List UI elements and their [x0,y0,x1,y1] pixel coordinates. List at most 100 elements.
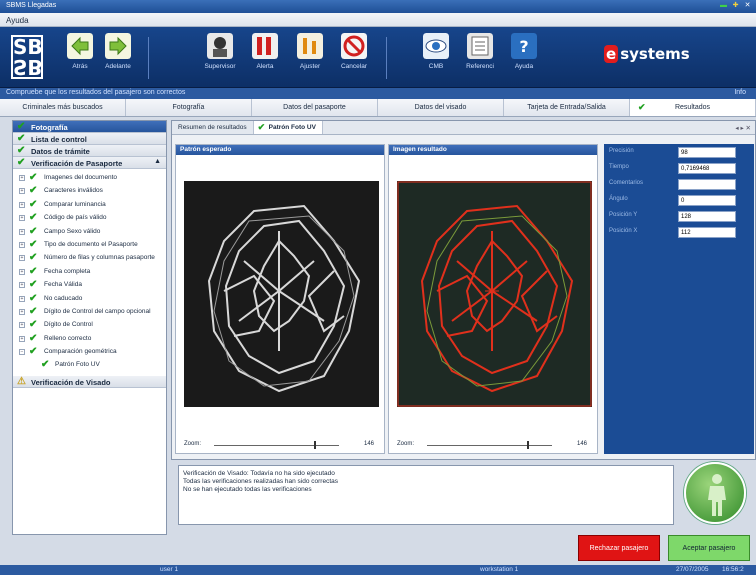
section-passport-verification[interactable]: ✔ Verificación de Pasaporte ▲ [13,157,166,169]
tree-item[interactable]: + ✔ Tipo de documento el Pasaporte [17,239,166,252]
log-line: Verificación de Visado: Todavía no ha si… [183,470,335,477]
property-row: Precisión 98 [604,144,754,160]
tree-item[interactable]: + ✔ Imagenes del documento [17,172,166,185]
passenger-status-icon [684,462,746,524]
property-value[interactable]: 112 [678,227,736,238]
zoom-thumb[interactable] [527,441,529,449]
cmb-button[interactable]: CMB [416,33,456,85]
tree-item[interactable]: + ✔ Campo Sexo válido [17,226,166,239]
expand-icon[interactable]: + [19,255,25,262]
check-icon: ✔ [29,292,38,304]
check-icon: ✔ [29,185,38,197]
tree-item[interactable]: + ✔ Comparar luminancia [17,199,166,212]
expand-icon[interactable]: + [19,241,25,248]
cancel-icon [341,33,367,59]
tab-photo[interactable]: Fotografía [126,99,252,116]
tree-item[interactable]: + ✔ No caducado [17,293,166,306]
tab-entry-card[interactable]: Tarjeta de Entrada/Salida [504,99,630,116]
expand-icon[interactable]: + [19,201,25,208]
reference-button[interactable]: Referenci [460,33,500,85]
property-value[interactable]: 0 [678,195,736,206]
supervisor-button[interactable]: Supervisor [200,33,240,85]
accept-passenger-button[interactable]: Aceptar pasajero [668,535,750,561]
expand-icon[interactable]: + [19,335,25,342]
expand-icon[interactable]: + [19,308,25,315]
property-row: Tiempo 0,7169468 [604,160,754,176]
back-button[interactable]: Atrás [60,33,100,85]
check-icon: ✔ [29,265,38,277]
check-icon: ✔ [29,212,38,224]
tree-item-label: Dígito de Control [44,321,93,329]
property-value[interactable]: 128 [678,211,736,222]
expand-icon[interactable]: + [19,175,25,181]
tab-visa[interactable]: Datos del visado [378,99,504,116]
cancel-button[interactable]: Cancelar [334,33,374,85]
toolbar-separator [148,37,149,79]
section-visa-verification[interactable]: ⚠ Verificación de Visado [13,375,166,388]
info-link[interactable]: Info [734,89,746,96]
expected-zoom-slider[interactable]: Zoom: 146 [184,441,379,451]
expand-icon[interactable]: + [19,215,25,222]
tree-item[interactable]: − ✔ Comparación geométrica [17,346,166,359]
forward-button[interactable]: Adelante [98,33,138,85]
menu-bar: Ayuda [0,13,756,27]
tab-uv-photo-pattern[interactable]: ✔ Patrón Foto UV [253,121,323,134]
results-panel: Resumen de resultados ✔ Patrón Foto UV ◂ … [171,120,756,460]
tab-results-summary[interactable]: Resumen de resultados [172,121,254,134]
tab-passport[interactable]: Datos del pasaporte [252,99,378,116]
menu-help[interactable]: Ayuda [6,16,29,25]
warning-icon: ⚠ [17,375,26,387]
tree-item[interactable]: + ✔ Dígito de Control [17,319,166,332]
check-icon: ✔ [29,279,38,291]
tree-item-label: Fecha completa [44,267,91,275]
result-zoom-slider[interactable]: Zoom: 146 [397,441,592,451]
tree-item[interactable]: + ✔ Número de filas y columnas pasaporte [17,252,166,265]
tree-item[interactable]: + ✔ Fecha Válida [17,279,166,292]
expected-pattern-title: Patrón esperado [176,145,384,155]
check-icon: ✔ [257,122,266,132]
tree-item[interactable]: + ✔ Fecha completa [17,266,166,279]
reject-passenger-button[interactable]: Rechazar pasajero [578,535,660,561]
alert-button[interactable]: Alerta [245,33,285,85]
help-button[interactable]: ? Ayuda [504,33,544,85]
tree-item-label: Relleno correcto [44,334,92,342]
tree-item[interactable]: + ✔ Relleno correcto [17,333,166,346]
tree-item-uv-pattern[interactable]: ✔ Patrón Foto UV [17,359,166,372]
adjust-button[interactable]: Ajuster [290,33,330,85]
tree-item[interactable]: + ✔ Dígito de Control del campo opcional [17,306,166,319]
section-photo[interactable]: ✔ Fotografía [13,121,166,133]
zoom-thumb[interactable] [314,441,316,449]
expand-icon[interactable]: + [19,295,25,302]
minimize-icon[interactable]: ▬ [719,1,728,10]
supervisor-icon [207,33,233,59]
expand-icon[interactable]: + [19,268,25,275]
verification-log: Verificación de Visado: Todavía no ha si… [178,465,674,525]
tab-nav-controls[interactable]: ◂ ▸ ✕ [731,121,755,134]
expand-icon[interactable]: + [19,228,25,235]
log-line: Todas las verificaciones realizadas han … [183,478,338,485]
property-value[interactable] [678,179,736,190]
result-image-pane: Imagen resultado Zoom: 146 [388,144,598,454]
expand-icon[interactable]: + [19,282,25,289]
tree-item-label: Dígito de Control del campo opcional [44,307,151,315]
status-time: 16:56:2 [722,566,744,573]
property-row: Posición Y 128 [604,208,754,224]
reference-icon [467,33,493,59]
property-row: Comentarios [604,176,754,192]
collapse-icon[interactable]: ▲ [154,158,161,165]
property-value[interactable]: 98 [678,147,736,158]
tree-item[interactable]: + ✔ Código de país válido [17,212,166,225]
section-procedure-data[interactable]: ✔ Datos de trámite [13,145,166,157]
section-watchlist[interactable]: ✔ Lista de control [13,133,166,145]
tree-item[interactable]: + ✔ Caracteres inválidos [17,185,166,198]
expand-icon[interactable]: − [19,349,25,356]
expand-icon[interactable]: + [19,188,25,195]
close-icon[interactable]: ✕ [743,1,752,10]
property-value[interactable]: 0,7169468 [678,163,736,174]
expand-icon[interactable]: + [19,322,25,329]
help-icon: ? [511,33,537,59]
maximize-icon[interactable]: ✚ [731,1,740,10]
tab-criminals[interactable]: Criminales más buscados [0,99,126,116]
tree-item-label: Código de país válido [44,214,107,222]
tab-results[interactable]: ✔ Resultados [630,99,756,116]
